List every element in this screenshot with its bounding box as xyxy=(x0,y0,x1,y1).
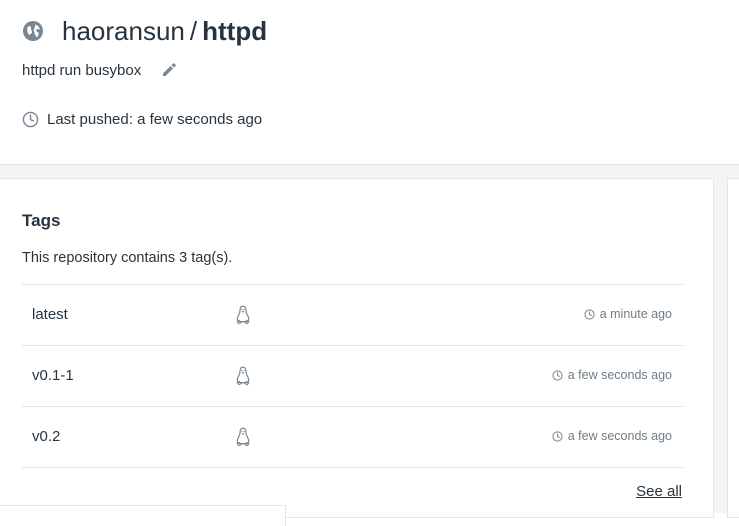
repo-description: httpd run busybox xyxy=(22,61,142,79)
title-separator: / xyxy=(189,15,198,46)
tag-list: latest a minute ago v0.1-1 a few seconds… xyxy=(22,284,683,468)
tag-row[interactable]: latest a minute ago xyxy=(22,285,683,346)
tag-time: a few seconds ago xyxy=(552,368,672,382)
tags-title: Tags xyxy=(22,211,61,230)
see-all-link[interactable]: See all xyxy=(636,483,682,500)
tag-time: a few seconds ago xyxy=(552,429,672,443)
tag-row[interactable]: v0.1-1 a few seconds ago xyxy=(22,346,683,407)
last-pushed-row: Last pushed: a few seconds ago xyxy=(22,109,262,129)
clock-icon xyxy=(552,369,563,381)
tags-count-text: This repository contains 3 tag(s). xyxy=(22,250,233,266)
tag-name[interactable]: latest xyxy=(32,306,68,323)
tag-name[interactable]: v0.2 xyxy=(32,428,60,445)
clock-icon xyxy=(22,111,39,127)
linux-tux-icon xyxy=(236,305,250,325)
globe-icon xyxy=(23,21,43,41)
bottom-card xyxy=(0,505,286,526)
tag-time-text: a few seconds ago xyxy=(567,429,672,443)
tag-row[interactable]: v0.2 a few seconds ago xyxy=(22,407,683,468)
repo-name: httpd xyxy=(202,15,268,46)
tag-time-text: a few seconds ago xyxy=(567,368,672,382)
repo-header: haoransun / httpd httpd run busybox Last… xyxy=(0,0,739,165)
repo-description-row: httpd run busybox xyxy=(22,60,177,80)
pencil-icon[interactable] xyxy=(161,62,177,78)
tag-name[interactable]: v0.1-1 xyxy=(32,367,74,384)
clock-icon xyxy=(584,308,595,320)
repo-title: haoransun / httpd xyxy=(22,14,267,48)
tag-time: a minute ago xyxy=(584,307,672,321)
repo-namespace[interactable]: haoransun xyxy=(62,16,185,47)
linux-tux-icon xyxy=(236,427,250,447)
last-pushed-text: Last pushed: a few seconds ago xyxy=(47,110,263,128)
clock-icon xyxy=(552,430,563,442)
side-card xyxy=(727,178,739,518)
linux-tux-icon xyxy=(236,366,250,386)
tag-time-text: a minute ago xyxy=(599,307,672,321)
